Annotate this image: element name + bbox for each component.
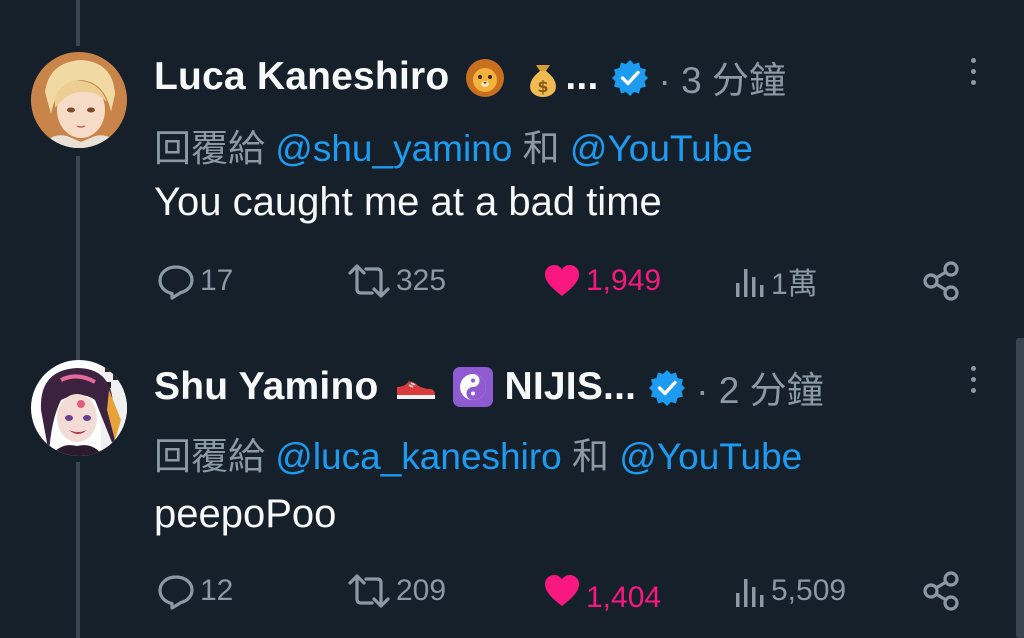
tweet-header: Shu Yamino NIJIS ... · 2 分鐘 [154,362,824,412]
action-bar: 17 325 1,949 1萬 [0,256,1024,306]
reply-button[interactable]: 17 [156,256,233,306]
retweet-button[interactable]: 325 [346,256,446,306]
mention-link[interactable]: @luca_kaneshiro [275,436,561,477]
money-bag-icon: $ [521,55,565,99]
avatar[interactable] [31,360,127,456]
views-button[interactable]: 1萬 [733,256,818,306]
scrollbar[interactable] [1016,338,1024,638]
reply-context: 回覆給 @luca_kaneshiro 和 @YouTube [154,426,802,480]
mention-link[interactable]: @YouTube [619,436,802,477]
yin-yang-icon [451,365,495,409]
action-bar: 12 209 1,404 5,509 [0,566,1024,616]
timestamp[interactable]: · 3 分鐘 [659,50,786,104]
retweet-count: 209 [396,574,447,607]
reply-icon [156,571,196,611]
view-count: 5,509 [771,574,847,607]
display-name[interactable]: Luca Kaneshiro [154,55,449,99]
views-chart-icon [733,261,767,301]
more-options-icon[interactable] [968,366,978,400]
share-icon [920,259,964,303]
avatar[interactable] [31,52,127,148]
reply-icon [156,261,196,301]
reply-joiner: 和 [561,436,620,477]
timeline: Luca Kaneshiro $ ... · 3 分鐘 回覆給 @shu_yam… [0,0,1024,638]
views-button[interactable]: 5,509 [733,566,846,616]
reply-context: 回覆給 @shu_yamino 和 @YouTube [154,118,753,172]
mention-link[interactable]: @YouTube [570,128,753,169]
tweet-text: You caught me at a bad time [154,180,662,224]
share-icon [920,569,964,613]
view-count: 1萬 [771,268,818,301]
reply-count: 12 [200,574,234,607]
retweet-icon [346,261,392,301]
like-count: 1,949 [586,264,662,297]
retweet-count: 325 [396,264,447,297]
avatar-image [31,52,127,148]
reply-button[interactable]: 12 [156,566,233,616]
like-button[interactable]: 1,949 [542,256,661,306]
verified-badge-icon [611,58,649,96]
name-truncation: ... [565,55,599,98]
display-name-suffix[interactable]: NIJIS [505,365,604,409]
retweet-button[interactable]: 209 [346,566,446,616]
views-chart-icon [733,571,767,611]
reply-prefix: 回覆給 [154,436,276,477]
verified-badge-icon [648,368,686,406]
reply-count: 17 [200,264,234,297]
heart-icon [542,571,582,611]
share-button[interactable] [920,256,964,306]
avatar-image [31,360,127,456]
like-count: 1,404 [586,581,662,614]
more-options-icon[interactable] [968,58,978,92]
retweet-icon [346,571,392,611]
tweet-header: Luca Kaneshiro $ ... · 3 分鐘 [154,52,786,102]
sneaker-icon [393,365,437,409]
name-truncation: ... [603,365,637,408]
tweet-text: peepoPoo [154,492,337,536]
timestamp[interactable]: · 2 分鐘 [696,360,823,414]
tweet[interactable]: Shu Yamino NIJIS ... · 2 分鐘 回覆給 @luca_ka… [0,318,1024,638]
mention-link[interactable]: @shu_yamino [275,128,512,169]
like-button[interactable]: 1,404 [542,566,661,616]
share-button[interactable] [920,566,964,616]
display-name[interactable]: Shu Yamino [154,365,379,409]
reply-prefix: 回覆給 [154,128,276,169]
tweet[interactable]: Luca Kaneshiro $ ... · 3 分鐘 回覆給 @shu_yam… [0,0,1024,318]
reply-joiner: 和 [512,128,570,169]
svg-text:$: $ [538,77,549,96]
heart-icon [542,261,582,301]
lion-face-icon [463,55,507,99]
